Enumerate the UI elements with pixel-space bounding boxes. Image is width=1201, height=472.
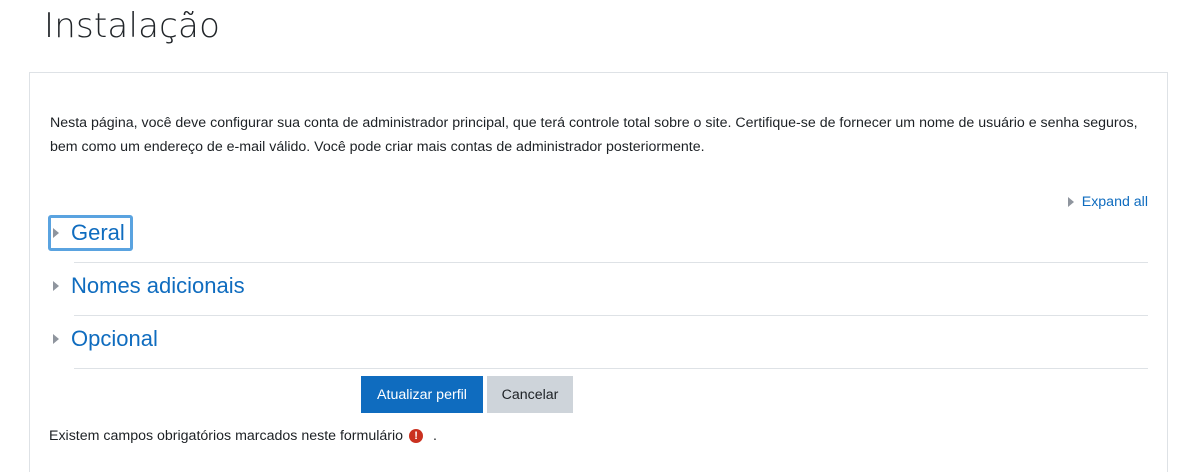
intro-text: Nesta página, você deve configurar sua c… (50, 115, 1138, 155)
page-title: Instalação (44, 6, 221, 46)
section-header-geral[interactable]: Geral (48, 215, 133, 251)
section-geral: Geral (48, 215, 1148, 269)
section-header-opcional[interactable]: Opcional (50, 323, 164, 355)
section-label: Opcional (71, 326, 158, 351)
section-label: Geral (71, 220, 125, 245)
cancel-button[interactable]: Cancelar (487, 376, 573, 413)
expand-all-label: Expand all (1081, 194, 1148, 210)
section-divider (74, 368, 1148, 369)
caret-right-icon (53, 228, 59, 238)
section-label: Nomes adicionais (71, 273, 245, 298)
required-note-suffix: . (433, 428, 437, 444)
required-note-text: Existem campos obrigatórios marcados nes… (49, 428, 404, 444)
expand-all-link[interactable]: Expand all (1067, 194, 1148, 210)
section-header-nomes-adicionais[interactable]: Nomes adicionais (50, 270, 251, 302)
update-profile-button[interactable]: Atualizar perfil (361, 376, 483, 413)
form-card: Nesta página, você deve configurar sua c… (29, 72, 1168, 472)
section-divider (74, 315, 1148, 316)
required-fields-note: Existem campos obrigatórios marcados nes… (49, 428, 437, 444)
section-nomes-adicionais: Nomes adicionais (50, 270, 1148, 322)
required-exclamation-icon: ! (409, 429, 424, 443)
caret-right-icon (1067, 197, 1074, 207)
caret-right-icon (53, 334, 59, 344)
caret-right-icon (53, 281, 59, 291)
section-divider (74, 262, 1148, 263)
section-opcional: Opcional (50, 323, 1148, 375)
